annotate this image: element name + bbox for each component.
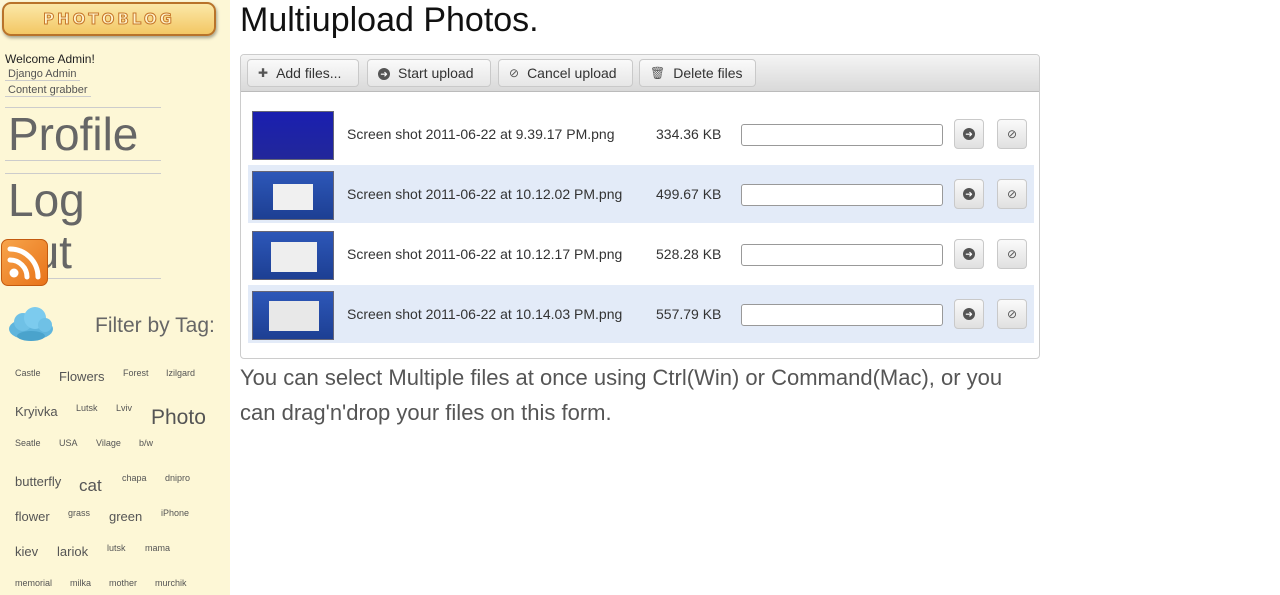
cancel-file-button[interactable]: ⊘ [997, 119, 1027, 149]
upload-progress-bar [741, 304, 943, 326]
start-upload-button[interactable]: ➜ Start upload [367, 59, 491, 87]
start-file-button[interactable]: ➜ [954, 299, 984, 329]
tag-link[interactable]: Izilgard [166, 368, 195, 378]
file-thumbnail [252, 111, 334, 160]
cancel-icon: ⊘ [1006, 187, 1018, 201]
tag-link[interactable]: b/w [139, 438, 153, 448]
file-row: Screen shot 2011-06-22 at 10.12.02 PM.pn… [248, 165, 1034, 223]
file-size: 334.36 KB [656, 126, 722, 142]
tag-link[interactable]: butterfly [15, 474, 61, 489]
cancel-icon: ⊘ [509, 66, 520, 80]
start-icon: ➜ [963, 248, 975, 260]
filter-by-tag-heading: Filter by Tag: [95, 314, 215, 337]
tag-link[interactable]: memorial [15, 578, 52, 588]
rss-feed-icon[interactable] [1, 239, 48, 286]
cancel-file-button[interactable]: ⊘ [997, 239, 1027, 269]
file-name: Screen shot 2011-06-22 at 9.39.17 PM.png [347, 126, 615, 142]
upload-toolbar: ✚ Add files... ➜ Start upload ⊘ Cancel u… [241, 55, 1039, 92]
tag-link[interactable]: grass [68, 508, 90, 518]
content-grabber-link[interactable]: Content grabber [5, 84, 91, 97]
tag-link[interactable]: Flowers [59, 369, 105, 384]
welcome-text: Welcome Admin! [5, 52, 95, 66]
page-title: Multiupload Photos. [240, 1, 539, 39]
cancel-icon: ⊘ [1006, 307, 1018, 321]
tag-link[interactable]: Lutsk [76, 403, 98, 413]
start-icon: ➜ [963, 308, 975, 320]
file-row: Screen shot 2011-06-22 at 10.12.17 PM.pn… [248, 225, 1034, 283]
add-files-label: Add files... [276, 65, 342, 81]
tag-cloud-icon [7, 305, 55, 350]
tag-link[interactable]: mother [109, 578, 137, 588]
tag-link[interactable]: green [109, 509, 142, 524]
upload-progress-bar [741, 244, 943, 266]
file-row: Screen shot 2011-06-22 at 9.39.17 PM.png… [248, 105, 1034, 163]
tag-link[interactable]: kiev [15, 544, 38, 559]
tag-link[interactable]: Castle [15, 368, 41, 378]
tag-link[interactable]: Photo [151, 406, 206, 430]
tag-link[interactable]: lariok [57, 544, 88, 559]
file-name: Screen shot 2011-06-22 at 10.12.02 PM.pn… [347, 186, 623, 202]
tag-link[interactable]: murchik [155, 578, 187, 588]
tag-link[interactable]: lutsk [107, 543, 126, 553]
tag-link[interactable]: USA [59, 438, 78, 448]
start-file-button[interactable]: ➜ [954, 239, 984, 269]
plus-icon: ✚ [258, 66, 269, 80]
tag-link[interactable]: Kryivka [15, 404, 58, 419]
tag-link[interactable]: chapa [122, 473, 147, 483]
start-icon: ➜ [963, 128, 975, 140]
tag-link[interactable]: flower [15, 509, 50, 524]
start-icon: ➜ [963, 188, 975, 200]
profile-link[interactable]: Profile [5, 107, 161, 161]
cancel-file-button[interactable]: ⊘ [997, 299, 1027, 329]
delete-files-label: Delete files [673, 65, 743, 81]
tag-link[interactable]: Vilage [96, 438, 121, 448]
file-row: Screen shot 2011-06-22 at 10.14.03 PM.pn… [248, 285, 1034, 343]
trash-icon: 🗑 [650, 66, 666, 80]
file-size: 557.79 KB [656, 306, 722, 322]
file-thumbnail [252, 171, 334, 220]
cancel-icon: ⊘ [1006, 247, 1018, 261]
tag-link[interactable]: milka [70, 578, 91, 588]
help-text: You can select Multiple files at once us… [240, 365, 1003, 425]
django-admin-link[interactable]: Django Admin [5, 68, 80, 81]
file-thumbnail [252, 291, 334, 340]
tag-link[interactable]: iPhone [161, 508, 189, 518]
file-size: 499.67 KB [656, 186, 722, 202]
upload-progress-bar [741, 124, 943, 146]
tag-link[interactable]: cat [79, 476, 102, 496]
sidebar: PHOTOBLOG Welcome Admin! Django Admin Co… [0, 0, 230, 595]
start-file-button[interactable]: ➜ [954, 119, 984, 149]
file-name: Screen shot 2011-06-22 at 10.12.17 PM.pn… [347, 246, 623, 262]
start-upload-label: Start upload [398, 65, 474, 81]
photoblog-logo[interactable]: PHOTOBLOG [2, 2, 216, 36]
logo-text: PHOTOBLOG [43, 10, 175, 29]
tag-link[interactable]: Forest [123, 368, 149, 378]
tag-link[interactable]: dnipro [165, 473, 190, 483]
upload-progress-bar [741, 184, 943, 206]
cancel-upload-label: Cancel upload [527, 65, 617, 81]
tag-link[interactable]: mama [145, 543, 170, 553]
file-thumbnail [252, 231, 334, 280]
cancel-file-button[interactable]: ⊘ [997, 179, 1027, 209]
file-name: Screen shot 2011-06-22 at 10.14.03 PM.pn… [347, 306, 623, 322]
cancel-icon: ⊘ [1006, 127, 1018, 141]
cancel-upload-button[interactable]: ⊘ Cancel upload [498, 59, 633, 87]
tag-link[interactable]: Lviv [116, 403, 132, 413]
delete-files-button[interactable]: 🗑 Delete files [639, 59, 756, 87]
start-file-button[interactable]: ➜ [954, 179, 984, 209]
add-files-button[interactable]: ✚ Add files... [247, 59, 359, 87]
upload-panel[interactable]: ✚ Add files... ➜ Start upload ⊘ Cancel u… [240, 54, 1040, 359]
file-size: 528.28 KB [656, 246, 722, 262]
start-upload-icon: ➜ [378, 66, 390, 80]
tag-link[interactable]: Seatle [15, 438, 41, 448]
